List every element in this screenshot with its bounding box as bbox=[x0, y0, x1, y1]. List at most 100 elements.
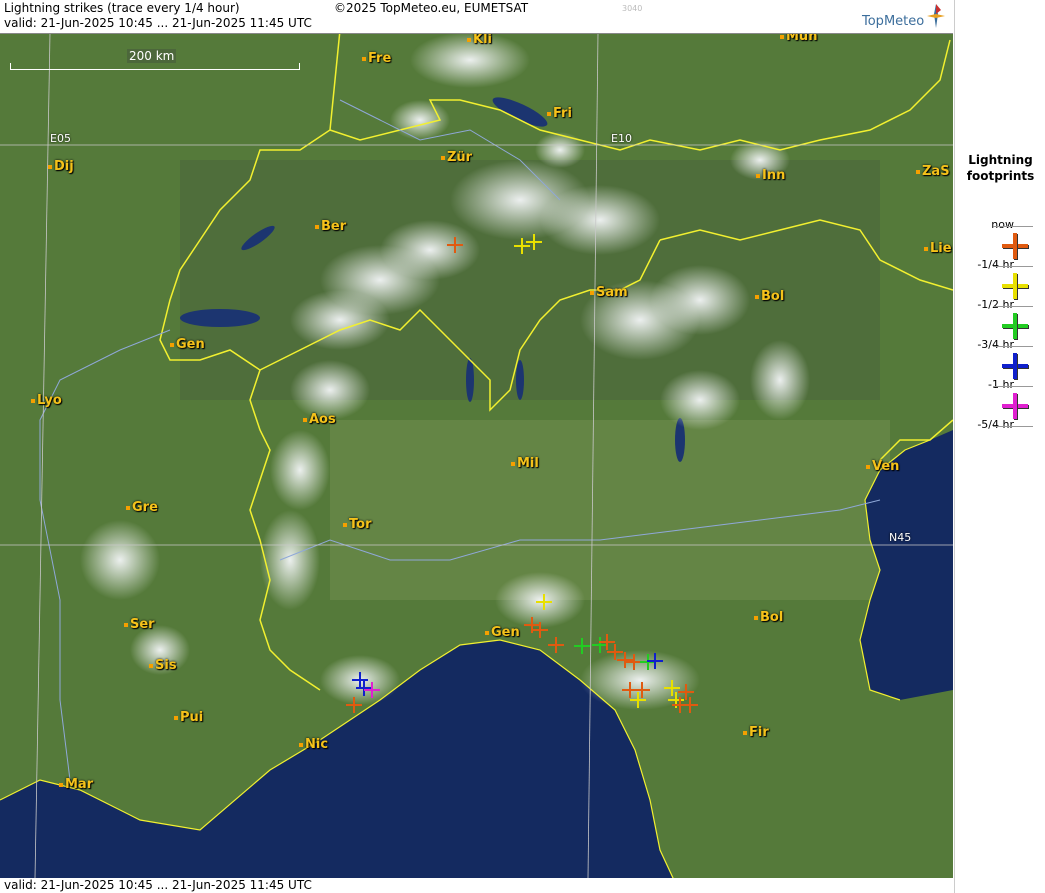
city-label: Lie bbox=[930, 241, 952, 256]
city-sam: Sam bbox=[590, 285, 628, 300]
city-marker bbox=[511, 461, 515, 466]
city-gre: Gre bbox=[126, 500, 158, 515]
legend-cross-q4-icon bbox=[1002, 393, 1029, 420]
city-lyo: Lyo bbox=[31, 393, 62, 408]
city-label: Ber bbox=[321, 219, 347, 234]
lake-maggiore bbox=[466, 358, 474, 402]
city-marker bbox=[126, 505, 130, 510]
cloud-patch bbox=[660, 370, 740, 430]
validity-text: valid: 21-Jun-2025 10:45 ... 21-Jun-2025… bbox=[4, 16, 312, 30]
city-pui: Pui bbox=[174, 710, 203, 725]
lake-como bbox=[516, 360, 524, 400]
compass-star-icon bbox=[927, 4, 945, 28]
city-label: Bol bbox=[761, 289, 785, 304]
city-kli: Kli bbox=[467, 32, 492, 47]
map-footer: valid: 21-Jun-2025 10:45 ... 21-Jun-2025… bbox=[0, 878, 953, 893]
city-ven: Ven bbox=[866, 459, 899, 474]
city-marker bbox=[485, 630, 489, 635]
city-label: Gen bbox=[491, 625, 520, 640]
city-bol-south: Bol bbox=[754, 610, 783, 625]
city-label: Aos bbox=[309, 412, 336, 427]
city-gen-genoa: Gen bbox=[485, 625, 520, 640]
city-label: Bol bbox=[760, 610, 784, 625]
city-inn: Inn bbox=[756, 168, 785, 183]
city-label: Nic bbox=[305, 737, 329, 752]
legend-cross-q3-icon bbox=[1002, 353, 1029, 380]
city-lie: Lie bbox=[924, 241, 952, 256]
city-marker bbox=[743, 730, 747, 735]
city-label: Zür bbox=[447, 150, 473, 165]
cloud-patch bbox=[390, 100, 450, 140]
city-marker bbox=[755, 294, 759, 299]
city-bol-north: Bol bbox=[755, 289, 784, 304]
topmeteo-logo[interactable]: TopMeteo bbox=[862, 14, 924, 29]
city-label: Fre bbox=[368, 51, 392, 66]
city-label: Dij bbox=[54, 159, 74, 174]
lake-geneva bbox=[180, 309, 260, 327]
city-marker bbox=[343, 522, 347, 527]
city-marker bbox=[124, 622, 128, 627]
cloud-patch bbox=[270, 430, 330, 510]
legend-symbols bbox=[1002, 233, 1029, 420]
footer-validity-text: valid: 21-Jun-2025 10:45 ... 21-Jun-2025… bbox=[4, 878, 312, 892]
lightning-map-page: E05 E10 N45 200 km Kli Mun Fre Fri Dij Z… bbox=[0, 0, 1045, 893]
city-label: Kli bbox=[473, 32, 492, 47]
legend-cross-q1-icon bbox=[1002, 273, 1029, 300]
scale-label: 200 km bbox=[127, 49, 177, 63]
city-marker bbox=[48, 164, 52, 169]
city-aos: Aos bbox=[303, 412, 336, 427]
city-marker bbox=[362, 56, 366, 61]
legend-panel: Lightning footprints now -1/4 hr -1/2 hr -3… bbox=[954, 0, 1045, 893]
city-label: Ser bbox=[130, 617, 155, 632]
grid-label-e05: E05 bbox=[50, 132, 71, 145]
city-marker bbox=[303, 417, 307, 422]
cloud-patch bbox=[535, 132, 585, 168]
city-label: Sis bbox=[155, 658, 177, 673]
city-label: Fri bbox=[553, 106, 572, 121]
city-gen-geneva: Gen bbox=[170, 337, 205, 352]
city-marker bbox=[31, 398, 35, 403]
city-label: Lyo bbox=[37, 393, 62, 408]
cloud-patch bbox=[290, 360, 370, 420]
city-marker bbox=[59, 782, 63, 787]
city-marker bbox=[149, 663, 153, 668]
product-code: 3040 bbox=[622, 4, 643, 13]
city-marker bbox=[547, 111, 551, 116]
cloud-patch bbox=[80, 520, 160, 600]
city-marker bbox=[780, 34, 784, 39]
city-label: Inn bbox=[762, 168, 786, 183]
legend-cross-q2-icon bbox=[1002, 313, 1029, 340]
city-marker bbox=[756, 173, 760, 178]
city-marker bbox=[315, 224, 319, 229]
satellite-map: E05 E10 N45 200 km Kli Mun Fre Fri Dij Z… bbox=[0, 0, 953, 893]
copyright-text: ©2025 TopMeteo.eu, EUMETSAT bbox=[334, 1, 529, 15]
city-zas: ZaS bbox=[916, 164, 950, 179]
cloud-patch bbox=[290, 290, 390, 350]
city-marker bbox=[924, 246, 928, 251]
plain-area bbox=[330, 420, 890, 600]
city-fir: Fir bbox=[743, 725, 769, 740]
cloud-patch bbox=[750, 340, 810, 420]
cloud-patch bbox=[650, 265, 750, 335]
city-label: Gen bbox=[176, 337, 205, 352]
city-marker bbox=[866, 464, 870, 469]
cloud-patch bbox=[540, 185, 660, 255]
city-ber: Ber bbox=[315, 219, 346, 234]
city-label: Tor bbox=[349, 517, 372, 532]
grid-label-n45: N45 bbox=[889, 531, 912, 544]
map-header: Lightning strikes (trace every 1/4 hour)… bbox=[0, 0, 953, 34]
grid-label-e10: E10 bbox=[611, 132, 632, 145]
scale-bar: 200 km bbox=[10, 49, 300, 70]
city-fri: Fri bbox=[547, 106, 572, 121]
city-marker bbox=[441, 155, 445, 160]
city-label: Sam bbox=[596, 285, 628, 300]
city-ser: Ser bbox=[124, 617, 155, 632]
cloud-patch bbox=[495, 572, 585, 628]
cloud-patch bbox=[260, 510, 320, 610]
city-label: Gre bbox=[132, 500, 158, 515]
map-canvas bbox=[0, 0, 953, 893]
city-marker bbox=[590, 290, 594, 295]
city-tor: Tor bbox=[343, 517, 371, 532]
legend-cross-q0-icon bbox=[1002, 233, 1029, 260]
city-mil: Mil bbox=[511, 456, 539, 471]
